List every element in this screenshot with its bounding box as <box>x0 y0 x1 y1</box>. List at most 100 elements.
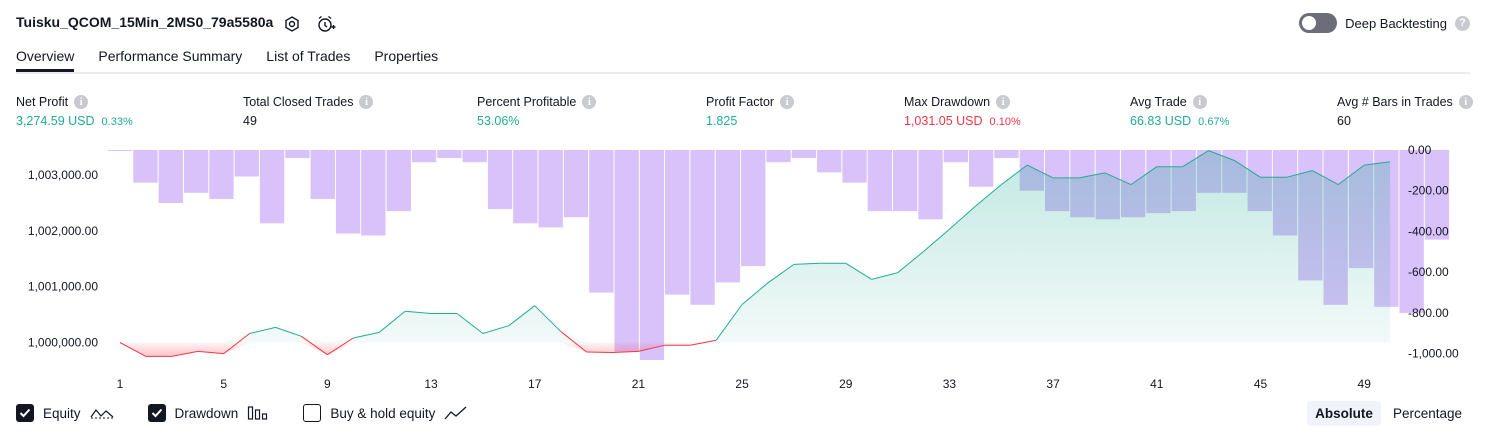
right-axis-tick-label: -400.00 <box>1408 225 1449 239</box>
metric-label: Percent Profitable <box>477 95 577 109</box>
right-axis-tick-label: -200.00 <box>1408 184 1449 198</box>
drawdown-bar <box>969 150 994 187</box>
add-alert-clock-icon[interactable] <box>316 14 336 34</box>
legend-label: Drawdown <box>174 405 239 421</box>
metric-label: Profit Factor <box>706 95 775 109</box>
tab-list-of-trades[interactable]: List of Trades <box>266 48 350 72</box>
metric-value: 1,031.05 USD <box>904 114 983 128</box>
drawdown-bar <box>386 150 411 212</box>
drawdown-bar <box>665 150 690 295</box>
x-axis-tick-label: 1 <box>117 377 124 391</box>
metric-percent: 0.67% <box>1198 116 1230 128</box>
drawdown-bar <box>639 150 665 360</box>
drawdown-bar <box>133 150 158 183</box>
deep-backtesting-toggle[interactable] <box>1299 13 1338 33</box>
drawdown-bar <box>791 150 816 159</box>
absolute-option[interactable]: Absolute <box>1307 401 1381 426</box>
drawdown-bar <box>563 150 589 218</box>
metric-value: 49 <box>243 114 257 128</box>
drawdown-bar <box>766 150 791 163</box>
left-axis-tick-label: 1,000,000.00 <box>28 336 98 350</box>
x-axis-tick-label: 29 <box>839 377 853 391</box>
drawdown-bar <box>437 150 462 159</box>
metric-label: Total Closed Trades <box>243 95 354 109</box>
x-axis-tick-label: 21 <box>632 377 646 391</box>
equity-line-icon <box>90 409 113 419</box>
drawdown-bar <box>994 150 1019 159</box>
x-axis-tick-label: 33 <box>943 377 957 391</box>
drawdown-checkbox[interactable] <box>147 404 166 422</box>
strategy-title: Tuisku_QCOM_15Min_2MS0_79a5580a <box>16 14 274 30</box>
drawdown-bar <box>918 150 943 220</box>
equity-line-segment <box>586 351 613 353</box>
buy-hold-checkbox[interactable] <box>303 404 322 422</box>
info-icon[interactable]: i <box>359 95 374 109</box>
metric-label: Avg Trade <box>1130 95 1187 109</box>
help-icon[interactable]: ? <box>1455 15 1470 31</box>
info-icon[interactable]: i <box>996 95 1011 109</box>
percentage-option[interactable]: Percentage <box>1385 401 1470 426</box>
info-icon[interactable]: i <box>582 95 597 109</box>
tab-overview[interactable]: Overview <box>16 48 75 72</box>
metric-value: 1.825 <box>706 114 738 128</box>
equity-drawdown-chart[interactable]: 1,003,000.00 1,002,000.00 1,001,000.00 1,00… <box>0 140 1486 395</box>
info-icon[interactable]: i <box>1192 95 1207 109</box>
scale-toggle: Absolute Percentage <box>1307 401 1470 426</box>
chart-legend: Equity Drawdown Buy & hold equity <box>16 404 492 422</box>
metric-profit-factor: Profit Factor i 1.825 <box>706 94 795 128</box>
x-axis-tick-label: 49 <box>1358 377 1372 391</box>
metric-total-closed-trades: Total Closed Trades i 49 <box>243 94 374 128</box>
metric-avg-bars-in-trades: Avg # Bars in Trades i 60 <box>1337 94 1473 128</box>
toggle-knob <box>1302 16 1317 30</box>
drawdown-bar <box>513 150 538 224</box>
metric-value: 3,274.59 USD <box>16 114 95 128</box>
x-axis-tick-label: 37 <box>1046 377 1060 391</box>
drawdown-bar <box>462 150 487 163</box>
drawdown-bar <box>538 150 563 228</box>
right-axis-tick-label: -600.00 <box>1408 265 1449 279</box>
right-axis-tick-label: -1,000.00 <box>1408 347 1459 361</box>
legend-item-drawdown[interactable]: Drawdown <box>147 404 270 422</box>
legend-item-equity[interactable]: Equity <box>16 404 114 422</box>
drawdown-bar <box>715 150 741 283</box>
drawdown-bars-icon <box>248 406 268 420</box>
drawdown-bar <box>234 150 259 177</box>
legend-label: Buy & hold equity <box>330 405 436 421</box>
tab-properties[interactable]: Properties <box>374 48 438 72</box>
metric-value: 66.83 USD <box>1130 114 1192 128</box>
drawdown-bar <box>259 150 285 224</box>
metric-value: 60 <box>1337 114 1351 128</box>
drawdown-bar <box>361 150 386 236</box>
drawdown-bar <box>817 150 842 173</box>
x-axis-tick-label: 13 <box>424 377 438 391</box>
drawdown-bar <box>943 150 968 163</box>
drawdown-bar <box>741 150 766 267</box>
drawdown-bar <box>108 150 133 151</box>
x-axis-tick-label: 25 <box>735 377 749 391</box>
legend-item-buy-hold[interactable]: Buy & hold equity <box>303 404 468 422</box>
drawdown-bar <box>589 150 614 293</box>
drawdown-bar <box>867 150 892 212</box>
info-icon[interactable]: i <box>1458 95 1473 109</box>
drawdown-bar <box>209 150 234 199</box>
equity-checkbox[interactable] <box>16 404 34 422</box>
drawdown-bar <box>158 150 183 203</box>
left-axis-tick-label: 1,003,000.00 <box>28 168 98 182</box>
buy-hold-line-icon <box>444 406 467 420</box>
drawdown-bar <box>411 150 437 163</box>
drawdown-bar <box>690 150 715 305</box>
settings-gear-icon[interactable] <box>282 14 302 34</box>
x-axis-tick-label: 45 <box>1254 377 1268 391</box>
tab-performance-summary[interactable]: Performance Summary <box>98 48 242 72</box>
info-icon[interactable]: i <box>74 95 89 109</box>
metric-percent: 0.33% <box>101 116 133 128</box>
metric-percent-profitable: Percent Profitable i 53.06% <box>477 94 597 128</box>
info-icon[interactable]: i <box>780 95 795 109</box>
deep-backtesting-control: Deep Backtesting ? <box>1299 13 1470 33</box>
left-axis-tick-label: 1,002,000.00 <box>28 224 98 238</box>
metric-percent: 0.10% <box>989 116 1021 128</box>
drawdown-bar <box>184 150 209 193</box>
drawdown-bar <box>285 150 310 159</box>
drawdown-bar <box>335 150 361 234</box>
tab-bar: Overview Performance Summary List of Tra… <box>16 48 438 72</box>
